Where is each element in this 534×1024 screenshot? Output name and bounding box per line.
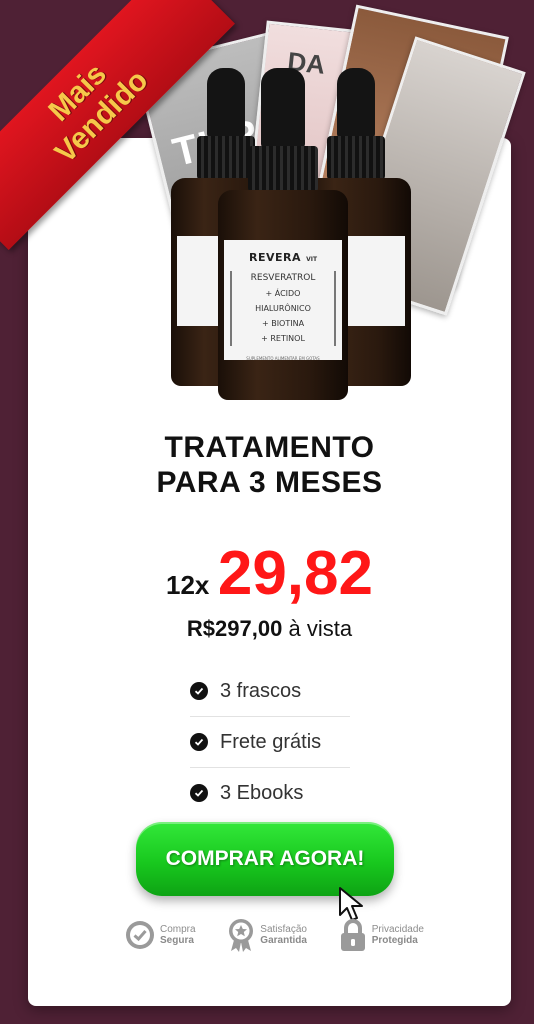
ingredient-item: + RETINOL bbox=[261, 334, 305, 343]
fine-print: SUPLEMENTO ALIMENTAR EM GOTAS bbox=[246, 356, 320, 361]
cash-price-value: R$297,00 bbox=[186, 616, 283, 641]
check-circle-icon bbox=[190, 682, 208, 700]
badge-line1: Privacidade bbox=[371, 924, 424, 935]
badge-secure-purchase: Compra Segura bbox=[124, 918, 196, 952]
installment-value: 29,82 bbox=[217, 539, 373, 608]
installment-price: 12x 29,82 bbox=[28, 538, 511, 609]
badge-line2: Segura bbox=[160, 935, 194, 946]
feature-label: 3 Ebooks bbox=[220, 781, 304, 804]
feature-item: 3 Ebooks bbox=[190, 768, 350, 818]
offer-title-line2: PARA 3 MESES bbox=[156, 466, 383, 499]
feature-item: Frete grátis bbox=[190, 717, 350, 768]
ingredient-item: + ÁCIDO bbox=[265, 289, 301, 298]
ingredient-list: RESVERATROL + ÁCIDO HIALURÔNICO + BIOTIN… bbox=[230, 271, 336, 346]
feature-item: 3 frascos bbox=[190, 666, 350, 717]
bottle-front: REVERA VIT RESVERATROL + ÁCIDO HIALURÔNI… bbox=[218, 68, 348, 400]
brand-logo: REVERA bbox=[248, 251, 301, 264]
trust-badges: Compra Segura Satisfação Garantida Priva… bbox=[124, 918, 424, 952]
badge-line1: Satisfação bbox=[260, 924, 307, 935]
shield-check-icon bbox=[126, 921, 154, 949]
cash-price-suffix: à vista bbox=[288, 616, 353, 641]
ingredient-item: + BIOTINA bbox=[261, 319, 305, 328]
badge-privacy: Privacidade Protegida bbox=[338, 918, 424, 952]
check-circle-icon bbox=[190, 784, 208, 802]
ingredient-item: HIALURÔNICO bbox=[255, 304, 311, 313]
offer-title: TRATAMENTO PARA 3 MESES bbox=[28, 430, 511, 500]
installment-count: 12x bbox=[166, 570, 210, 600]
padlock-icon bbox=[340, 919, 365, 951]
check-circle-icon bbox=[190, 733, 208, 751]
cash-price: R$297,00 à vista bbox=[28, 616, 511, 642]
feature-label: Frete grátis bbox=[220, 730, 322, 753]
badge-satisfaction: Satisfação Garantida bbox=[226, 918, 307, 952]
brand-sub: VIT bbox=[306, 256, 318, 263]
badge-line1: Compra bbox=[160, 924, 196, 935]
feature-label: 3 frascos bbox=[220, 679, 302, 702]
offer-card: TUR DA REVERA V bbox=[28, 4, 526, 1006]
badge-line2: Protegida bbox=[371, 935, 418, 946]
offer-title-line1: TRATAMENTO bbox=[164, 431, 375, 464]
badge-line2: Garantida bbox=[260, 935, 307, 946]
feature-list: 3 frascos Frete grátis 3 Ebooks bbox=[190, 666, 350, 818]
ingredient-main: RESVERATROL bbox=[250, 273, 316, 283]
star-medal-icon bbox=[229, 919, 254, 952]
